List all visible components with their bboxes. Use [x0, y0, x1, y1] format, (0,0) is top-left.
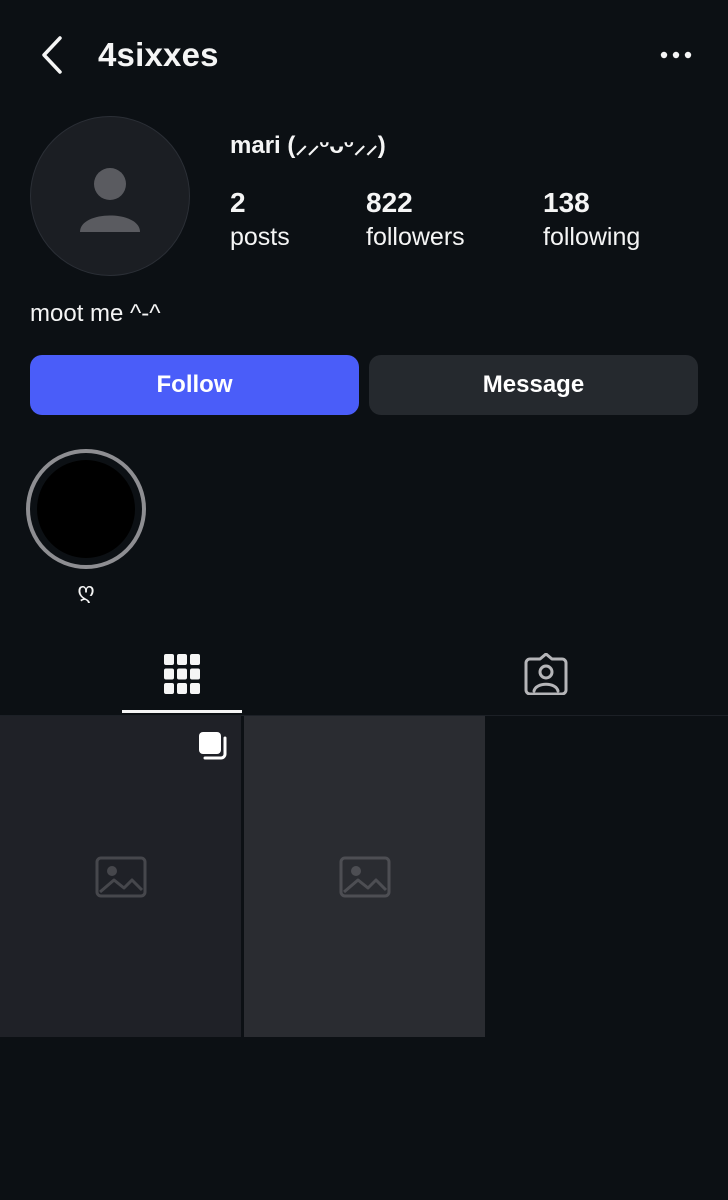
- tagged-person-icon: [524, 653, 568, 695]
- story-highlight[interactable]: [26, 449, 146, 569]
- highlight-label: ღ: [77, 578, 95, 603]
- stat-following-value: 138: [543, 187, 590, 218]
- tab-tagged[interactable]: [486, 632, 606, 716]
- back-button[interactable]: [32, 34, 72, 76]
- image-placeholder-icon: [95, 856, 146, 897]
- image-placeholder-icon: [339, 856, 390, 897]
- post-thumbnail[interactable]: [244, 716, 485, 1037]
- display-name: mari (⸝⸝ᵕᴗᵕ⸝⸝): [230, 132, 386, 159]
- post-thumbnail[interactable]: [0, 716, 241, 1037]
- carousel-icon: [199, 732, 227, 760]
- tab-posts-grid[interactable]: [122, 632, 242, 716]
- stat-followers[interactable]: 822 followers: [366, 186, 465, 254]
- profile-avatar[interactable]: [30, 116, 190, 276]
- stat-followers-label: followers: [366, 223, 465, 251]
- highlight-cover: [37, 460, 135, 558]
- stat-following-label: following: [543, 223, 641, 251]
- stat-posts-label: posts: [230, 223, 290, 251]
- grid-icon: [164, 654, 200, 694]
- profile-username: 4sixxes: [98, 36, 219, 73]
- stat-followers-value: 822: [366, 187, 413, 218]
- stat-posts[interactable]: 2 posts: [230, 186, 290, 254]
- ellipsis-icon: [660, 51, 692, 59]
- profile-tabs: [0, 632, 728, 716]
- stat-posts-value: 2: [230, 187, 246, 218]
- person-silhouette-icon: [80, 168, 140, 232]
- more-options-button[interactable]: [656, 40, 696, 70]
- profile-bio: moot me ^-^: [30, 300, 161, 327]
- chevron-left-icon: [42, 36, 62, 74]
- active-tab-indicator: [122, 710, 242, 713]
- follow-button[interactable]: Follow: [30, 355, 359, 415]
- stat-following[interactable]: 138 following: [543, 186, 640, 254]
- top-bar: 4sixxes: [0, 0, 728, 110]
- message-button[interactable]: Message: [369, 355, 698, 415]
